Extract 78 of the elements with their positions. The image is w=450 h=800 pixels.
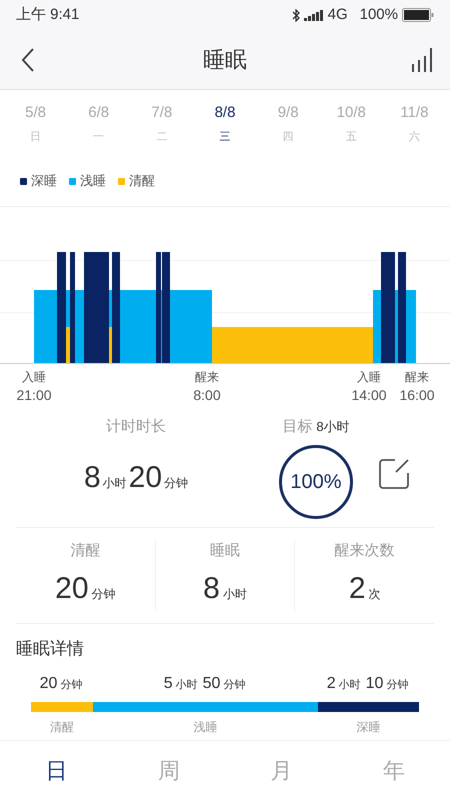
- date-tab[interactable]: 5/8 日: [4, 102, 68, 150]
- event-time: 14:00: [351, 386, 387, 404]
- bluetooth-icon: [292, 8, 300, 22]
- detail-number: 50: [202, 674, 220, 694]
- date-label: 9/8: [278, 103, 299, 123]
- legend-label: 清醒: [129, 172, 155, 190]
- event-label: 醒来: [405, 369, 429, 386]
- date-tab[interactable]: 7/8 二: [130, 102, 194, 150]
- detail-label: 浅睡: [194, 718, 218, 736]
- weekday-label: 二: [156, 130, 168, 144]
- date-tab[interactable]: 11/8 六: [382, 102, 446, 150]
- stat-label: 睡眠: [210, 540, 240, 561]
- period-tab[interactable]: 月: [225, 754, 338, 787]
- detail-number: 5: [164, 674, 173, 694]
- date-label: 5/8: [25, 103, 46, 123]
- detail-unit: 分钟: [223, 678, 246, 692]
- date-tab[interactable]: 6/8 一: [67, 102, 130, 150]
- period-tab[interactable]: 日: [0, 754, 112, 787]
- duration-unit: 分钟: [164, 474, 188, 492]
- stat-unit: 分钟: [92, 586, 116, 604]
- detail-label: 深睡: [356, 718, 381, 736]
- stat-label: 清醒: [70, 540, 100, 561]
- edit-button[interactable]: [378, 458, 410, 490]
- weekday-label: 三: [219, 130, 230, 144]
- detail-label: 清醒: [50, 718, 74, 736]
- weekday-label: 一: [93, 130, 104, 144]
- duration-hours: 8: [84, 460, 101, 496]
- date-label: 7/8: [151, 103, 172, 123]
- goal-value: 8小时: [316, 418, 350, 436]
- status-time: 上午 9:41: [16, 4, 80, 25]
- stat-unit: 小时: [222, 586, 247, 604]
- detail-number: 10: [366, 674, 384, 694]
- battery-icon: [402, 8, 434, 22]
- duration-unit: 小时: [102, 474, 127, 492]
- signal-icon: [304, 10, 324, 20]
- event-time: 21:00: [16, 386, 52, 404]
- stat-value: 20: [55, 571, 89, 608]
- date-label: 8/8: [214, 103, 236, 123]
- legend-label: 浅睡: [80, 172, 106, 190]
- detail-unit: 分钟: [60, 678, 82, 692]
- detail-unit: 小时: [338, 678, 361, 692]
- date-label: 10/8: [336, 103, 366, 123]
- period-tab[interactable]: 年: [338, 754, 450, 787]
- date-tab[interactable]: 9/8 四: [256, 102, 320, 150]
- goal-percent: 100%: [290, 470, 342, 494]
- date-label: 11/8: [400, 103, 428, 123]
- stat-unit: 次: [368, 586, 381, 604]
- back-icon: [21, 48, 35, 72]
- bar-chart-icon: [411, 48, 433, 72]
- stat-label: 醒来次数: [334, 540, 395, 561]
- date-tab[interactable]: 10/8 五: [320, 102, 383, 150]
- weekday-label: 五: [346, 130, 357, 144]
- network-label: 4G: [328, 4, 348, 25]
- edit-icon: [378, 458, 410, 490]
- event-time: 16:00: [399, 386, 435, 404]
- duration-label: 计时时长: [106, 417, 166, 437]
- weekday-label: 六: [408, 130, 420, 144]
- page-title: 睡眠: [202, 46, 248, 74]
- weekday-label: 四: [282, 130, 294, 144]
- period-tab[interactable]: 周: [112, 754, 225, 787]
- date-label: 6/8: [88, 103, 110, 123]
- stat-value: 2: [348, 571, 366, 608]
- section-title: 睡眠详情: [16, 638, 85, 660]
- event-time: 8:00: [193, 386, 221, 404]
- event-label: 醒来: [195, 369, 219, 386]
- stat-value: 8: [203, 571, 220, 608]
- event-label: 入睡: [22, 369, 46, 386]
- detail-number: 20: [40, 674, 58, 694]
- weekday-label: 日: [30, 130, 42, 144]
- goal-label: 目标: [282, 417, 312, 437]
- battery-label: 100%: [360, 4, 398, 25]
- duration-minutes: 20: [128, 460, 162, 496]
- legend-label: 深睡: [31, 172, 57, 190]
- detail-unit: 小时: [176, 678, 198, 692]
- detail-unit: 分钟: [386, 678, 408, 692]
- date-tab[interactable]: 8/8 三: [193, 102, 257, 150]
- detail-number: 2: [326, 674, 336, 694]
- event-label: 入睡: [357, 369, 381, 386]
